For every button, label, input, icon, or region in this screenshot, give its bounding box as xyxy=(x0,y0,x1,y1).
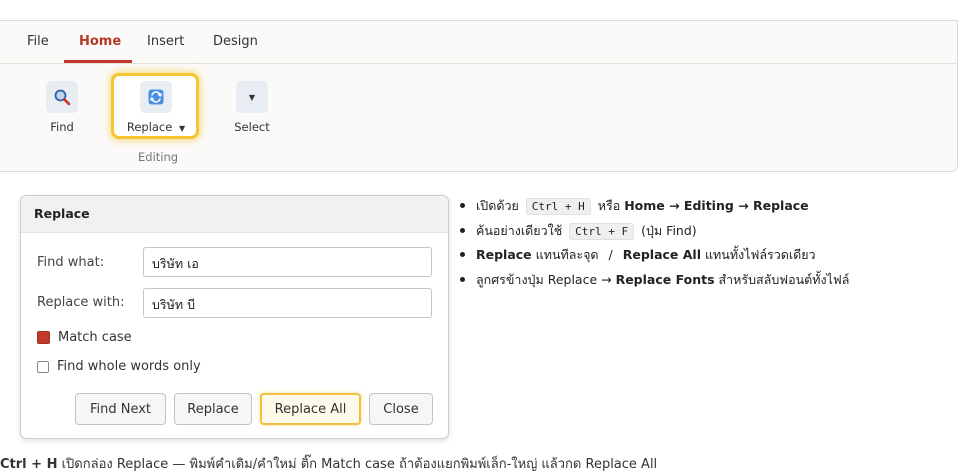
select-tool-label: Select xyxy=(234,120,270,134)
tip-bold: Replace Fonts xyxy=(615,271,715,287)
replace-with-label: Replace with: xyxy=(37,295,125,310)
tip-separator: / xyxy=(608,247,613,262)
match-case-checkbox[interactable]: Match case xyxy=(37,330,132,345)
whole-words-label: Find whole words only xyxy=(57,359,201,374)
menu-path: Home → Editing → Replace xyxy=(624,198,809,213)
tip-text: หรือ xyxy=(597,198,621,213)
tips-list: เปิดด้วย Ctrl + H หรือ Home → Editing → … xyxy=(458,196,849,294)
tip-text: ลูกศรข้างปุ่ม Replace → xyxy=(476,271,612,287)
tab-file[interactable]: File xyxy=(27,34,49,49)
tip-text: แทนทั้งไฟล์รวดเดียว xyxy=(705,247,816,262)
caret-down-icon: ▼ xyxy=(236,81,268,113)
find-what-label: Find what: xyxy=(37,255,105,270)
replace-dialog: Replace Find what: บริษัท เอ Replace wit… xyxy=(20,195,449,439)
tip-item: Replace แทนทีละจุด / Replace All แทนทั้ง… xyxy=(458,245,849,270)
tip-text: เปิดด้วย xyxy=(476,198,519,213)
ribbon: File Home Insert Design Find Replace ▼ ▼… xyxy=(0,20,958,172)
replace-tool-button[interactable]: Replace ▼ xyxy=(122,81,190,134)
whole-words-checkbox[interactable]: Find whole words only xyxy=(37,359,201,374)
find-next-button[interactable]: Find Next xyxy=(75,393,166,425)
tip-item: ลูกศรข้างปุ่ม Replace → Replace Fonts สำ… xyxy=(458,270,849,295)
checkbox-unchecked-icon xyxy=(37,360,49,373)
tip-text: ค้นอย่างเดียวใช้ xyxy=(476,222,563,238)
tab-home[interactable]: Home xyxy=(79,34,121,49)
find-tool-label: Find xyxy=(50,120,74,134)
replace-arrows-icon xyxy=(140,81,172,113)
replace-button[interactable]: Replace xyxy=(174,393,252,425)
tip-text: แทนทีละจุด xyxy=(535,247,599,262)
tip-text: (ปุ่ม Find) xyxy=(641,222,697,238)
tip-item: ค้นอย่างเดียวใช้ Ctrl + F (ปุ่ม Find) xyxy=(458,221,849,246)
footer-caption: Ctrl + H เปิดกล่อง Replace — พิมพ์คำเดิม… xyxy=(0,453,657,474)
tip-bold: Replace xyxy=(476,247,532,262)
dialog-title: Replace xyxy=(21,196,448,233)
tip-text: สำหรับสลับฟอนต์ทั้งไฟล์ xyxy=(718,271,850,287)
active-tab-indicator xyxy=(64,60,132,63)
tip-bold: Replace All xyxy=(622,247,702,262)
tab-design[interactable]: Design xyxy=(213,34,258,49)
replace-with-input[interactable]: บริษัท บี xyxy=(143,288,432,318)
select-tool-button[interactable]: ▼ Select xyxy=(232,81,272,134)
caret-down-icon: ▼ xyxy=(179,124,186,133)
replace-all-button[interactable]: Replace All xyxy=(260,393,361,425)
magnifier-icon xyxy=(46,81,78,113)
editing-group-label: Editing xyxy=(138,150,179,164)
find-tool-button[interactable]: Find xyxy=(42,81,82,134)
close-button[interactable]: Close xyxy=(369,393,433,425)
ribbon-tabs: File Home Insert Design xyxy=(0,21,957,64)
match-case-label: Match case xyxy=(58,330,132,345)
tab-insert[interactable]: Insert xyxy=(147,34,184,49)
checkbox-checked-icon xyxy=(37,331,50,344)
shortcut-key: Ctrl + F xyxy=(569,222,635,240)
find-what-input[interactable]: บริษัท เอ xyxy=(143,247,432,277)
replace-tool-label: Replace xyxy=(126,120,173,134)
shortcut-key: Ctrl + H xyxy=(525,198,591,215)
tip-item: เปิดด้วย Ctrl + H หรือ Home → Editing → … xyxy=(458,196,849,221)
